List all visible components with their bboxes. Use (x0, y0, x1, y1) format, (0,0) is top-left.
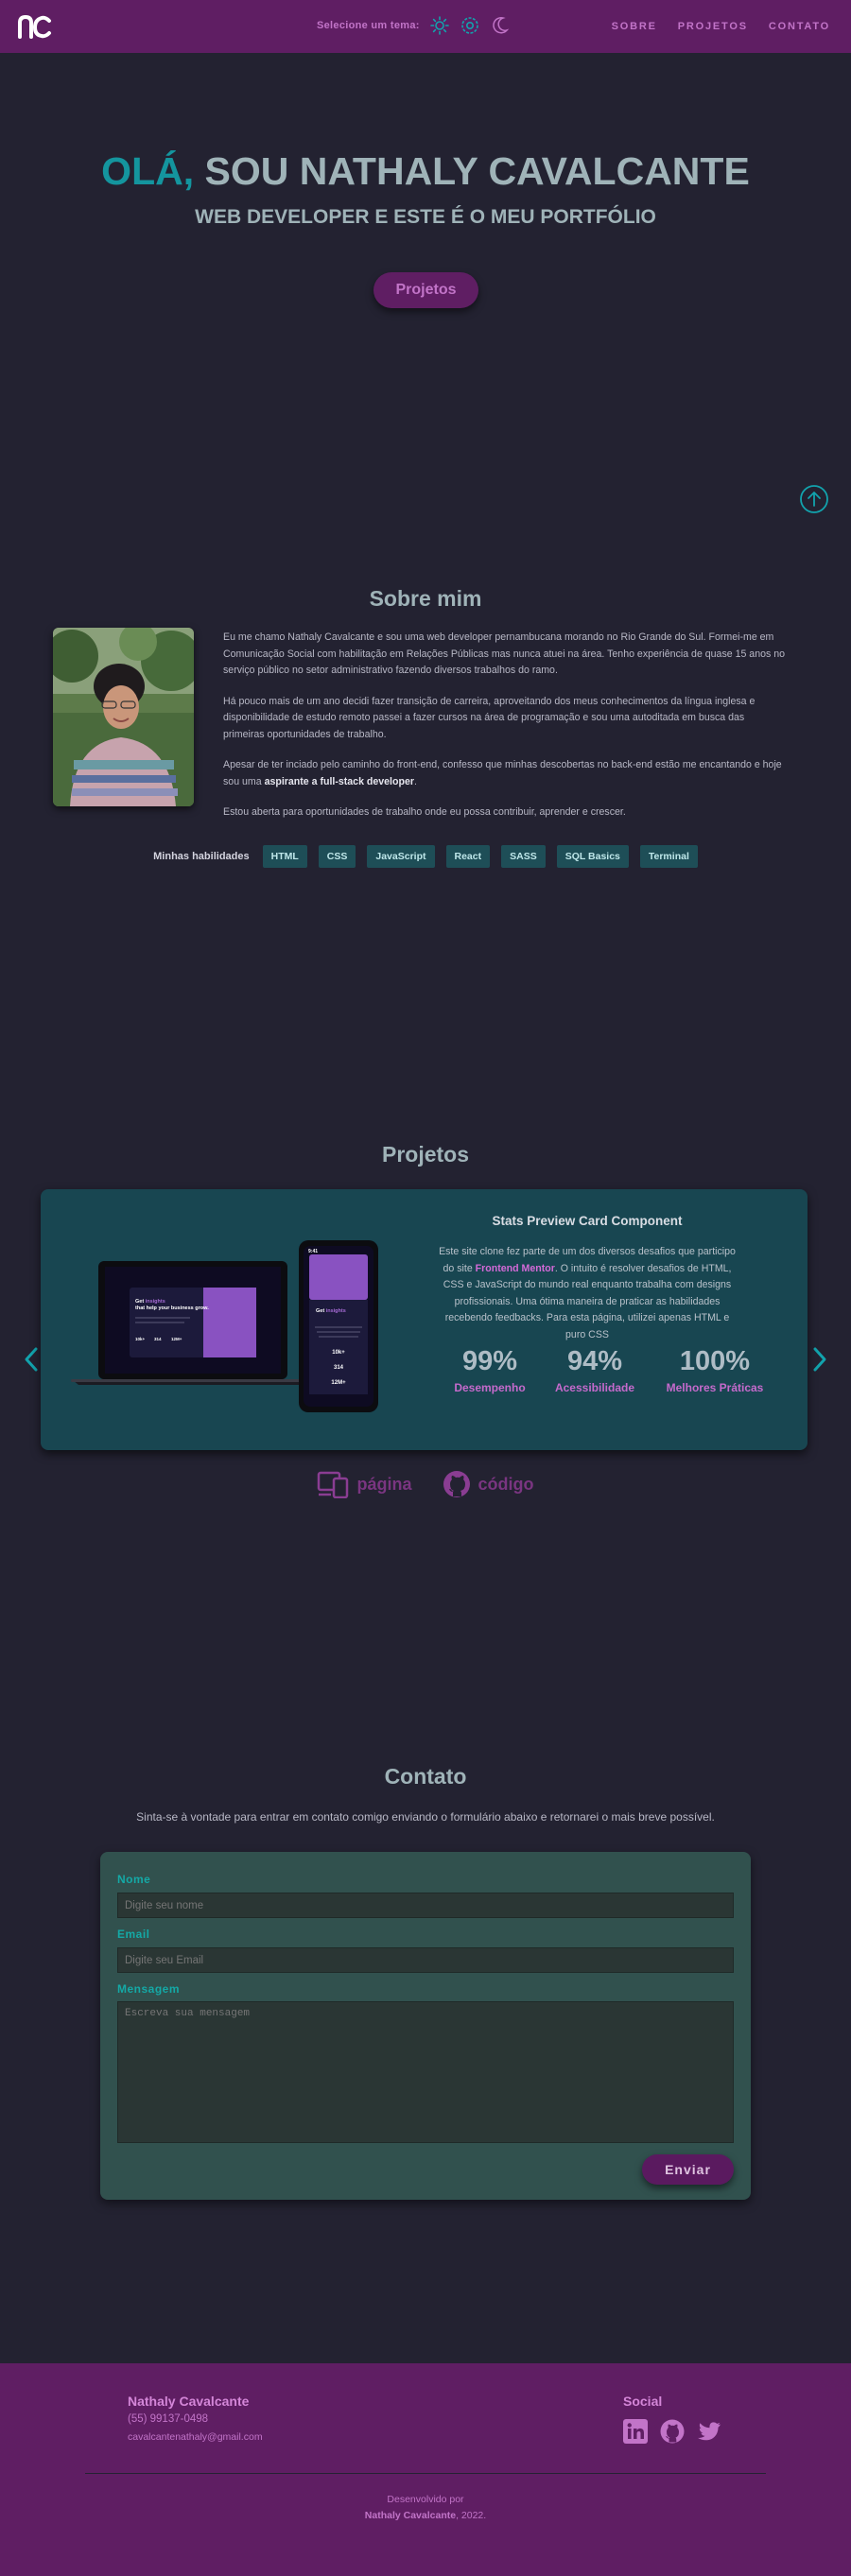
skill-sass: SASS (501, 845, 546, 868)
svg-text:9:41: 9:41 (308, 1249, 318, 1254)
svg-text:that help your business grow.: that help your business grow. (135, 1305, 209, 1311)
contact-intro: Sinta-se à vontade para entrar em contat… (136, 1810, 715, 1824)
nav-projetos[interactable]: PROJETOS (678, 21, 748, 32)
nav-sobre[interactable]: SOBRE (612, 21, 657, 32)
sun-icon[interactable] (429, 15, 450, 36)
projects-title: Projetos (381, 1142, 470, 1167)
main-nav: SOBRE PROJETOS CONTATO (612, 21, 830, 32)
skill-react: React (445, 845, 491, 868)
footer-social-title: Social (623, 2394, 663, 2409)
svg-text:12M+: 12M+ (331, 1380, 346, 1386)
svg-text:314: 314 (154, 1337, 162, 1341)
project-description: Este site clone fez parte de um dos dive… (439, 1246, 736, 1340)
project-screenshot[interactable]: Get insights that help your business gro… (71, 1240, 392, 1420)
top-header: Selecione um tema: SOBRE PROJETOS CONTAT… (0, 0, 851, 53)
projects-button[interactable]: Projetos (373, 272, 478, 308)
skills-label: Minhas habilidades (153, 851, 250, 862)
project-page-link[interactable]: página (317, 1470, 412, 1498)
github-icon (443, 1471, 470, 1497)
devices-icon (318, 1471, 349, 1498)
frontend-mentor-link[interactable]: Frontend Mentor (476, 1263, 555, 1274)
moon-icon[interactable] (490, 15, 511, 36)
footer-name: Nathaly Cavalcante (128, 2394, 250, 2409)
name-field[interactable] (117, 1893, 734, 1918)
fullstack-highlight: aspirante a full-stack developer (264, 775, 414, 787)
about-paragraph-2: Há pouco mais de um ano decidi fazer tra… (223, 695, 755, 740)
hero-subtitle: WEB DEVELOPER E ESTE É O MEU PORTFÓLIO (195, 206, 656, 228)
theme-label: Selecione um tema: (317, 20, 420, 31)
skill-sql: SQL Basics (556, 845, 629, 868)
gear-icon[interactable] (460, 15, 480, 36)
metric-accessibility: 94% Acessibilidade (554, 1346, 635, 1394)
footer-credits: Desenvolvido por Nathaly Cavalcante, 202… (364, 2494, 487, 2521)
project-code-link[interactable]: código (443, 1470, 534, 1498)
arrow-up-circle-icon[interactable] (799, 484, 829, 514)
nav-contato[interactable]: CONTATO (769, 21, 830, 32)
theme-selector: Selecione um tema: (317, 15, 511, 36)
hero-title: OLÁ, SOU NATHALY CAVALCANTE (0, 149, 851, 194)
profile-photo (53, 628, 194, 806)
about-title: Sobre mim (369, 586, 482, 611)
footer-phone: (55) 99137-0498 (128, 2413, 209, 2425)
message-field[interactable] (117, 2001, 734, 2143)
svg-text:10k+: 10k+ (332, 1350, 345, 1356)
about-text: Eu me chamo Nathaly Cavalcante e sou uma… (223, 630, 786, 836)
skill-javascript: JavaScript (367, 845, 435, 868)
about-paragraph-4: Estou aberta para oportunidades de traba… (223, 806, 626, 818)
send-button[interactable]: Enviar (642, 2154, 734, 2185)
laptop-mock-headline: Get insights (135, 1299, 165, 1305)
chevron-left-icon[interactable] (21, 1345, 42, 1374)
hero-name: SOU NATHALY CAVALCANTE (194, 149, 750, 193)
linkedin-icon[interactable] (623, 2419, 648, 2444)
contact-form: Nome Email Mensagem Enviar (100, 1852, 751, 2200)
about-paragraph-1: Eu me chamo Nathaly Cavalcante e sou uma… (223, 631, 786, 676)
project-name: Stats Preview Card Component (492, 1214, 683, 1228)
footer-email[interactable]: cavalcantenathaly@gmail.com (128, 2431, 263, 2443)
hero-greeting: OLÁ, (101, 149, 195, 193)
svg-text:12M+: 12M+ (171, 1337, 182, 1341)
svg-text:10k+: 10k+ (135, 1337, 146, 1341)
github-icon[interactable] (660, 2419, 685, 2444)
footer-social-icons (623, 2419, 721, 2444)
about-paragraph-3: Apesar de ter inciado pelo caminho do fr… (223, 759, 782, 787)
footer: Nathaly Cavalcante (55) 99137-0498 caval… (0, 2363, 851, 2576)
svg-text:314: 314 (334, 1365, 344, 1371)
skill-terminal: Terminal (639, 845, 698, 868)
contact-title: Contato (384, 1764, 467, 1789)
email-field[interactable] (117, 1947, 734, 1973)
svg-text:Get insights: Get insights (316, 1308, 346, 1314)
skill-html: HTML (262, 845, 307, 868)
name-label: Nome (117, 1873, 151, 1886)
skills-row: Minhas habilidades HTML CSS JavaScript R… (0, 845, 851, 868)
email-label: Email (117, 1928, 150, 1941)
twitter-icon[interactable] (697, 2419, 721, 2444)
message-label: Mensagem (117, 1982, 181, 1996)
nc-logo-icon[interactable] (17, 13, 53, 40)
metric-performance: 99% Desempenho (454, 1346, 526, 1394)
project-links: página código (0, 1470, 851, 1498)
metric-best-practices: 100% Melhores Práticas (666, 1346, 764, 1394)
skill-css: CSS (318, 845, 356, 868)
chevron-right-icon[interactable] (809, 1345, 830, 1374)
footer-divider (85, 2473, 766, 2474)
